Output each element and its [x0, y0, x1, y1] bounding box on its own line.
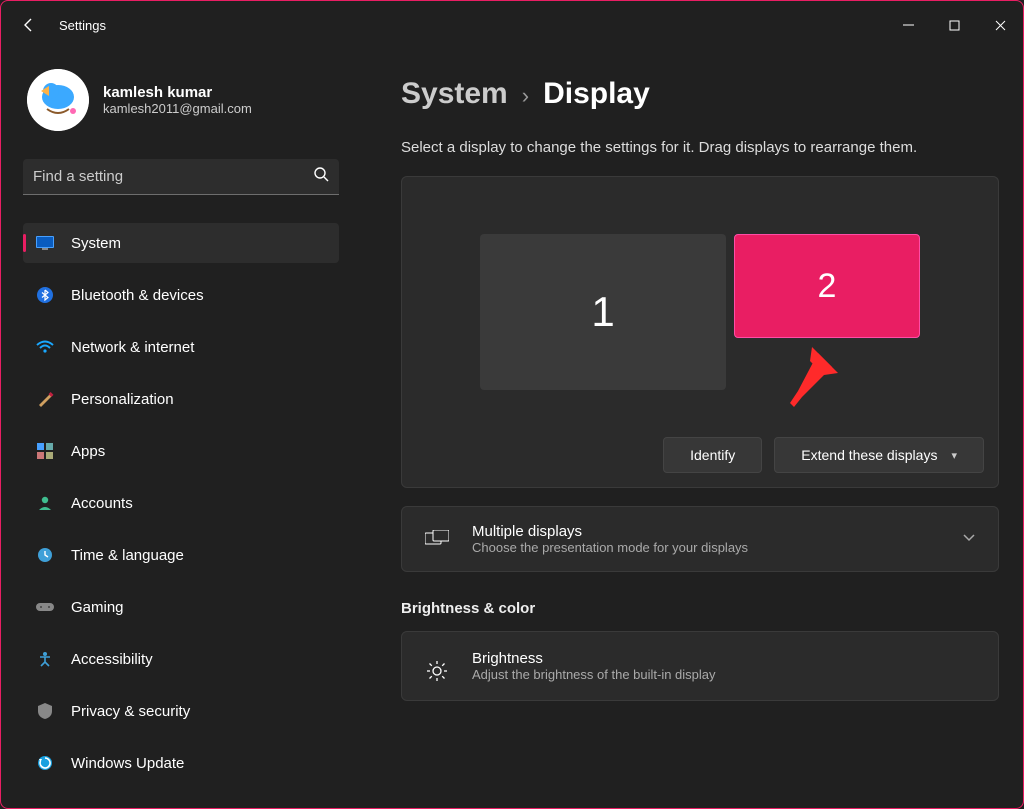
accessibility-icon — [35, 649, 55, 669]
window-title: Settings — [59, 18, 106, 33]
nav-label: Bluetooth & devices — [71, 287, 204, 304]
search-input[interactable] — [33, 168, 313, 185]
profile-email: kamlesh2011@gmail.com — [103, 101, 252, 116]
nav-label: Apps — [71, 443, 105, 460]
wifi-icon — [35, 337, 55, 357]
multiple-displays-expander[interactable]: Multiple displays Choose the presentatio… — [401, 506, 999, 572]
brightness-title: Brightness — [472, 650, 716, 667]
close-button[interactable] — [977, 9, 1023, 41]
nav-windows-update[interactable]: Windows Update — [23, 743, 339, 783]
breadcrumb: System › Display — [401, 77, 999, 111]
system-icon — [35, 233, 55, 253]
avatar — [27, 69, 89, 131]
monitor-2[interactable]: 2 — [734, 234, 920, 338]
update-icon — [35, 753, 55, 773]
multiple-displays-title: Multiple displays — [472, 523, 940, 540]
clock-icon — [35, 545, 55, 565]
accounts-icon — [35, 493, 55, 513]
nav-bluetooth[interactable]: Bluetooth & devices — [23, 275, 339, 315]
sidebar: kamlesh kumar kamlesh2011@gmail.com Syst… — [1, 49, 361, 808]
personalization-icon — [35, 389, 55, 409]
multiple-displays-subtitle: Choose the presentation mode for your di… — [472, 540, 940, 555]
nav-label: Network & internet — [71, 339, 194, 356]
apps-icon — [35, 441, 55, 461]
multiple-displays-icon — [424, 530, 450, 548]
breadcrumb-current: Display — [543, 77, 650, 111]
section-brightness-header: Brightness & color — [401, 600, 999, 617]
search-box[interactable] — [23, 159, 339, 195]
nav-label: Time & language — [71, 547, 184, 564]
nav-apps[interactable]: Apps — [23, 431, 339, 471]
nav-system[interactable]: System — [23, 223, 339, 263]
profile-block[interactable]: kamlesh kumar kamlesh2011@gmail.com — [23, 69, 339, 131]
gaming-icon — [35, 597, 55, 617]
chevron-down-icon: ▾ — [951, 449, 957, 462]
nav-label: Windows Update — [71, 755, 184, 772]
nav-time-language[interactable]: Time & language — [23, 535, 339, 575]
nav-accessibility[interactable]: Accessibility — [23, 639, 339, 679]
identify-label: Identify — [690, 447, 735, 463]
back-button[interactable] — [15, 11, 43, 39]
display-mode-label: Extend these displays — [801, 447, 937, 463]
nav-label: Accounts — [71, 495, 133, 512]
monitor-1[interactable]: 1 — [480, 234, 726, 390]
nav-label: Accessibility — [71, 651, 153, 668]
chevron-down-icon — [962, 530, 976, 549]
search-icon — [313, 166, 329, 187]
titlebar: Settings — [1, 1, 1023, 49]
nav-label: Personalization — [71, 391, 174, 408]
monitor-canvas[interactable]: 1 2 — [412, 187, 988, 437]
brightness-icon — [424, 660, 450, 682]
nav-personalization[interactable]: Personalization — [23, 379, 339, 419]
nav-gaming[interactable]: Gaming — [23, 587, 339, 627]
display-arrangement-panel: 1 2 Identify Extend these displays ▾ — [401, 176, 999, 488]
shield-icon — [35, 701, 55, 721]
display-hint: Select a display to change the settings … — [401, 137, 961, 158]
display-mode-dropdown[interactable]: Extend these displays ▾ — [774, 437, 984, 473]
bluetooth-icon — [35, 285, 55, 305]
nav-network[interactable]: Network & internet — [23, 327, 339, 367]
main-content: System › Display Select a display to cha… — [361, 49, 1023, 808]
annotation-arrow-icon — [768, 347, 838, 417]
maximize-button[interactable] — [931, 9, 977, 41]
breadcrumb-separator: › — [522, 83, 529, 109]
breadcrumb-parent[interactable]: System — [401, 77, 508, 111]
identify-button[interactable]: Identify — [663, 437, 762, 473]
nav: System Bluetooth & devices Network & int… — [23, 223, 339, 793]
brightness-subtitle: Adjust the brightness of the built-in di… — [472, 667, 716, 682]
nav-label: System — [71, 235, 121, 252]
profile-name: kamlesh kumar — [103, 84, 252, 101]
nav-label: Gaming — [71, 599, 124, 616]
minimize-button[interactable] — [885, 9, 931, 41]
nav-label: Privacy & security — [71, 703, 190, 720]
nav-privacy[interactable]: Privacy & security — [23, 691, 339, 731]
nav-accounts[interactable]: Accounts — [23, 483, 339, 523]
brightness-row[interactable]: Brightness Adjust the brightness of the … — [401, 631, 999, 701]
